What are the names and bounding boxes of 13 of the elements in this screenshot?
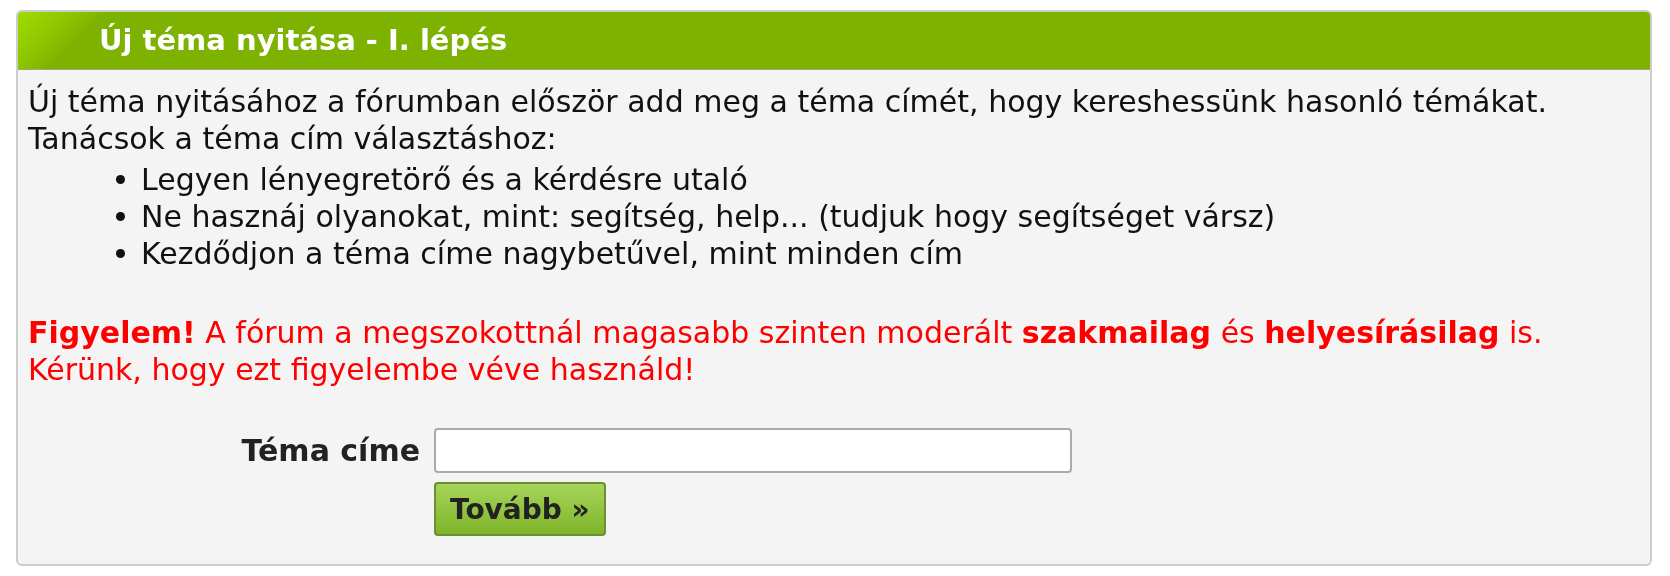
bullet-icon <box>116 175 125 184</box>
field-label: Téma címe <box>241 432 420 469</box>
panel-title: Új téma nyitása - I. lépés <box>99 21 508 59</box>
warning-text: Figyelem! A fórum a megszokottnál magasabb szinten moderált szakmailag és helyesírásilag is. Kérünk, hogy ezt figyelembe véve használd! <box>28 314 1544 388</box>
intro-text: Új téma nyitásához a fórumban először add meg a téma címét, hogy kereshessünk hasonló témákat. <box>28 83 1547 120</box>
tips-heading: Tanácsok a téma cím választáshoz: <box>28 120 557 157</box>
next-button[interactable]: Tovább » <box>434 482 606 536</box>
bullet-icon <box>116 212 125 221</box>
bullet-icon <box>116 249 125 258</box>
tip-text: Ne hasznáj olyanokat, mint: segítség, help... (tudjuk hogy segítséget vársz) <box>141 198 1276 235</box>
tip-text: Legyen lényegretörő és a kérdésre utaló <box>141 161 748 198</box>
topic-title-input[interactable] <box>434 428 1072 473</box>
tip-text: Kezdődjon a téma címe nagybetűvel, mint minden cím <box>141 235 964 272</box>
